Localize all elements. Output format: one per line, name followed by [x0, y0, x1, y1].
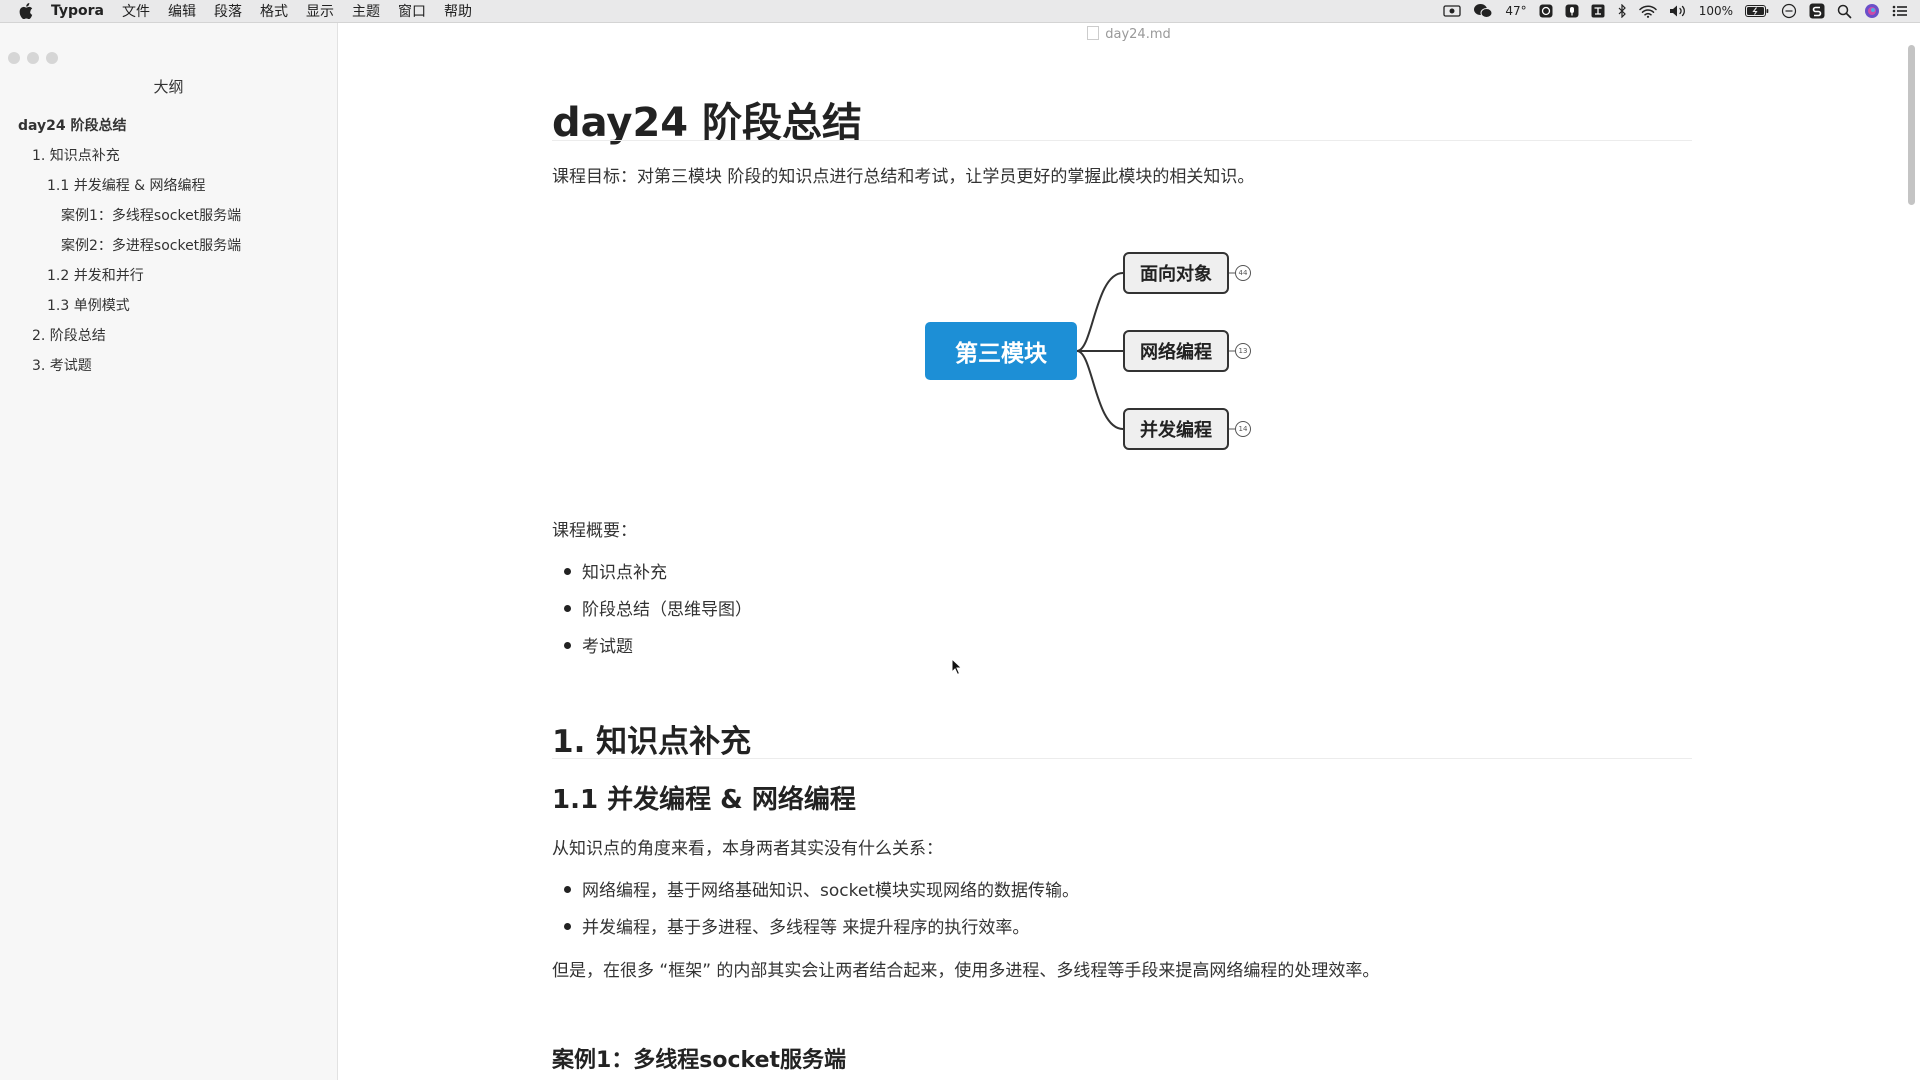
outline-item[interactable]: 案例2：多进程socket服务端	[0, 231, 337, 261]
bluetooth-icon[interactable]	[1617, 4, 1627, 18]
app-status-icon[interactable]	[1539, 4, 1553, 18]
mindmap-node: 网络编程	[1123, 330, 1229, 372]
overview-label: 课程概要：	[552, 521, 637, 541]
menu-format[interactable]: 格式	[260, 1, 288, 21]
voice-input-icon[interactable]	[1565, 4, 1579, 18]
zoom-window-button[interactable]	[46, 52, 58, 64]
mindmap-image: 第三模块 面向对象 网络编程 并发编程 44 13 14	[925, 245, 1265, 455]
do-not-disturb-icon[interactable]	[1781, 3, 1797, 19]
collapsed-count-badge: 14	[1235, 421, 1251, 437]
collapsed-count-badge: 13	[1235, 343, 1251, 359]
temperature-indicator: 47°	[1505, 4, 1527, 18]
mouse-cursor-icon	[951, 658, 963, 676]
menu-edit[interactable]: 编辑	[168, 1, 196, 21]
screen-record-icon[interactable]	[1443, 4, 1462, 18]
outline-list: day24 阶段总结 1. 知识点补充 1.1 并发编程 & 网络编程 案例1：…	[0, 111, 337, 381]
subsection-heading: 1.1 并发编程 & 网络编程	[552, 785, 856, 815]
mindmap-node: 并发编程	[1123, 408, 1229, 450]
input-method-icon[interactable]	[1591, 4, 1605, 18]
mindmap-node: 面向对象	[1123, 252, 1229, 294]
list-item: 阶段总结（思维导图）	[564, 595, 752, 620]
menu-window[interactable]: 窗口	[398, 1, 426, 21]
menu-theme[interactable]: 主题	[352, 1, 380, 21]
menu-paragraph[interactable]: 段落	[214, 1, 242, 21]
outline-item[interactable]: 2. 阶段总结	[0, 321, 337, 351]
menu-help[interactable]: 帮助	[444, 1, 472, 21]
section-heading: 1. 知识点补充	[552, 724, 752, 760]
outline-item[interactable]: day24 阶段总结	[0, 111, 337, 141]
apple-icon[interactable]	[19, 3, 35, 19]
paragraph: 从知识点的角度来看，本身两者其实没有什么关系：	[552, 839, 943, 859]
menu-file[interactable]: 文件	[122, 1, 150, 21]
minimize-window-button[interactable]	[27, 52, 39, 64]
outline-item[interactable]: 1. 知识点补充	[0, 141, 337, 171]
list-item: 知识点补充	[564, 558, 667, 583]
outline-item[interactable]: 案例1：多线程socket服务端	[0, 201, 337, 231]
window-title: day24.md	[338, 26, 1920, 42]
wifi-icon[interactable]	[1638, 5, 1657, 18]
app-menu-typora[interactable]: Typora	[51, 3, 104, 19]
paragraph: 但是，在很多 “框架” 的内部其实会让两者结合起来，使用多进程、多线程等手段来提…	[552, 961, 1380, 981]
mindmap-root-node: 第三模块	[925, 322, 1077, 380]
menu-view[interactable]: 显示	[306, 1, 334, 21]
window-controls	[8, 52, 58, 64]
outline-item[interactable]: 1.3 单例模式	[0, 291, 337, 321]
course-goal-text: 课程目标：对第三模块 阶段的知识点进行总结和考试，让学员更好的掌握此模块的相关知…	[552, 167, 1255, 187]
heading-divider	[552, 758, 1692, 759]
collapsed-count-badge: 44	[1235, 265, 1251, 281]
outline-title: 大纲	[153, 78, 184, 96]
close-window-button[interactable]	[8, 52, 20, 64]
volume-icon[interactable]	[1669, 4, 1687, 18]
spotlight-search-icon[interactable]	[1837, 4, 1852, 19]
list-item: 网络编程，基于网络基础知识、socket模块实现网络的数据传输。	[564, 876, 1079, 901]
status-area: 47° 100%	[1443, 0, 1920, 22]
battery-icon[interactable]	[1745, 5, 1769, 17]
case-heading: 案例1：多线程socket服务端	[552, 1048, 847, 1073]
list-item: 并发编程，基于多进程、多线程等 来提升程序的执行效率。	[563, 913, 1029, 938]
siri-icon[interactable]	[1864, 3, 1880, 19]
list-item: 考试题	[564, 632, 633, 657]
wechat-icon[interactable]	[1473, 3, 1493, 19]
outline-item[interactable]: 3. 考试题	[0, 351, 337, 381]
document-icon	[1087, 26, 1100, 40]
outline-item[interactable]: 1.1 并发编程 & 网络编程	[0, 171, 337, 201]
outline-sidebar: 大纲 day24 阶段总结 1. 知识点补充 1.1 并发编程 & 网络编程 案…	[0, 23, 338, 1080]
app-s-icon[interactable]	[1809, 3, 1825, 19]
battery-percent: 100%	[1698, 4, 1733, 18]
vertical-scrollbar[interactable]	[1908, 45, 1915, 205]
heading-divider	[552, 140, 1692, 141]
file-name: day24.md	[1105, 27, 1171, 42]
control-center-icon[interactable]	[1892, 4, 1908, 18]
menu-bar: Typora 文件 编辑 段落 格式 显示 主题 窗口 帮助 47° 100%	[0, 0, 1920, 23]
outline-item[interactable]: 1.2 并发和并行	[0, 261, 337, 291]
